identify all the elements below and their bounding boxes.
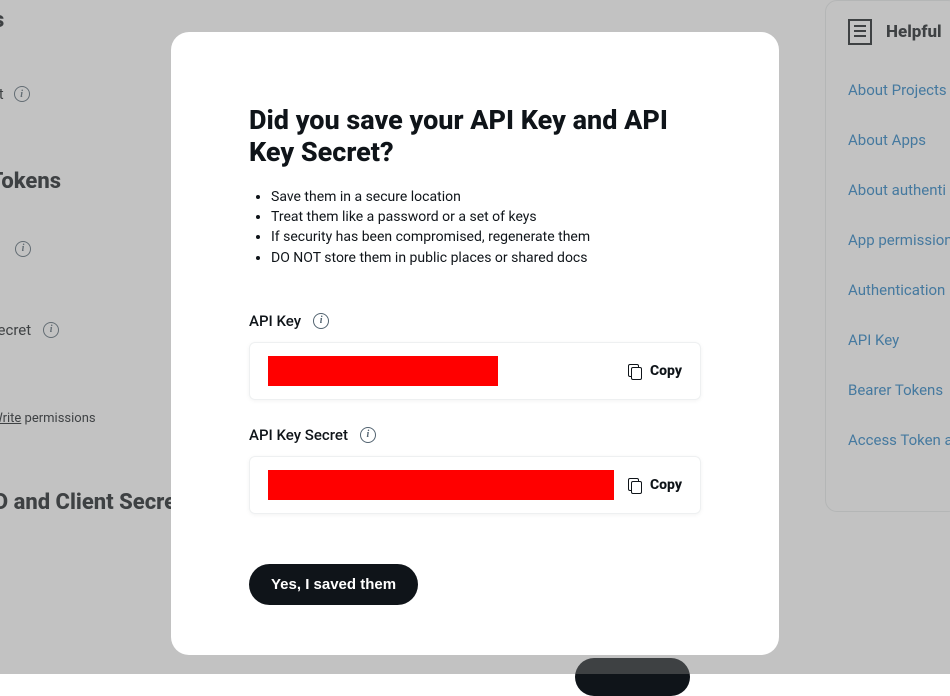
confirm-saved-button[interactable]: Yes, I saved them [249, 564, 418, 605]
copy-label: Copy [650, 363, 682, 379]
copy-api-key-button[interactable]: Copy [628, 363, 682, 379]
api-key-secret-label-row: API Key Secret i [249, 426, 701, 444]
modal-title: Did you save your API Key and API Key Se… [249, 104, 701, 169]
api-key-modal: Did you save your API Key and API Key Se… [171, 32, 779, 655]
api-key-box: Copy [249, 342, 701, 400]
modal-bullet-list: Save them in a secure location Treat the… [249, 187, 701, 268]
copy-api-key-secret-button[interactable]: Copy [628, 477, 682, 493]
api-key-secret-value-redacted [268, 470, 614, 500]
modal-bullet: DO NOT store them in public places or sh… [271, 248, 701, 268]
info-icon[interactable]: i [313, 313, 329, 329]
api-key-secret-box: Copy [249, 456, 701, 514]
api-key-secret-label: API Key Secret [249, 426, 348, 444]
modal-bullet: Save them in a secure location [271, 187, 701, 207]
copy-icon [628, 364, 642, 378]
copy-label: Copy [650, 477, 682, 493]
copy-icon [628, 478, 642, 492]
api-key-value-redacted [268, 356, 498, 386]
modal-bullet: If security has been compromised, regene… [271, 227, 701, 247]
modal-overlay: Did you save your API Key and API Key Se… [0, 0, 950, 674]
modal-bullet: Treat them like a password or a set of k… [271, 207, 701, 227]
api-key-label-row: API Key i [249, 312, 701, 330]
info-icon[interactable]: i [360, 427, 376, 443]
api-key-label: API Key [249, 312, 301, 330]
